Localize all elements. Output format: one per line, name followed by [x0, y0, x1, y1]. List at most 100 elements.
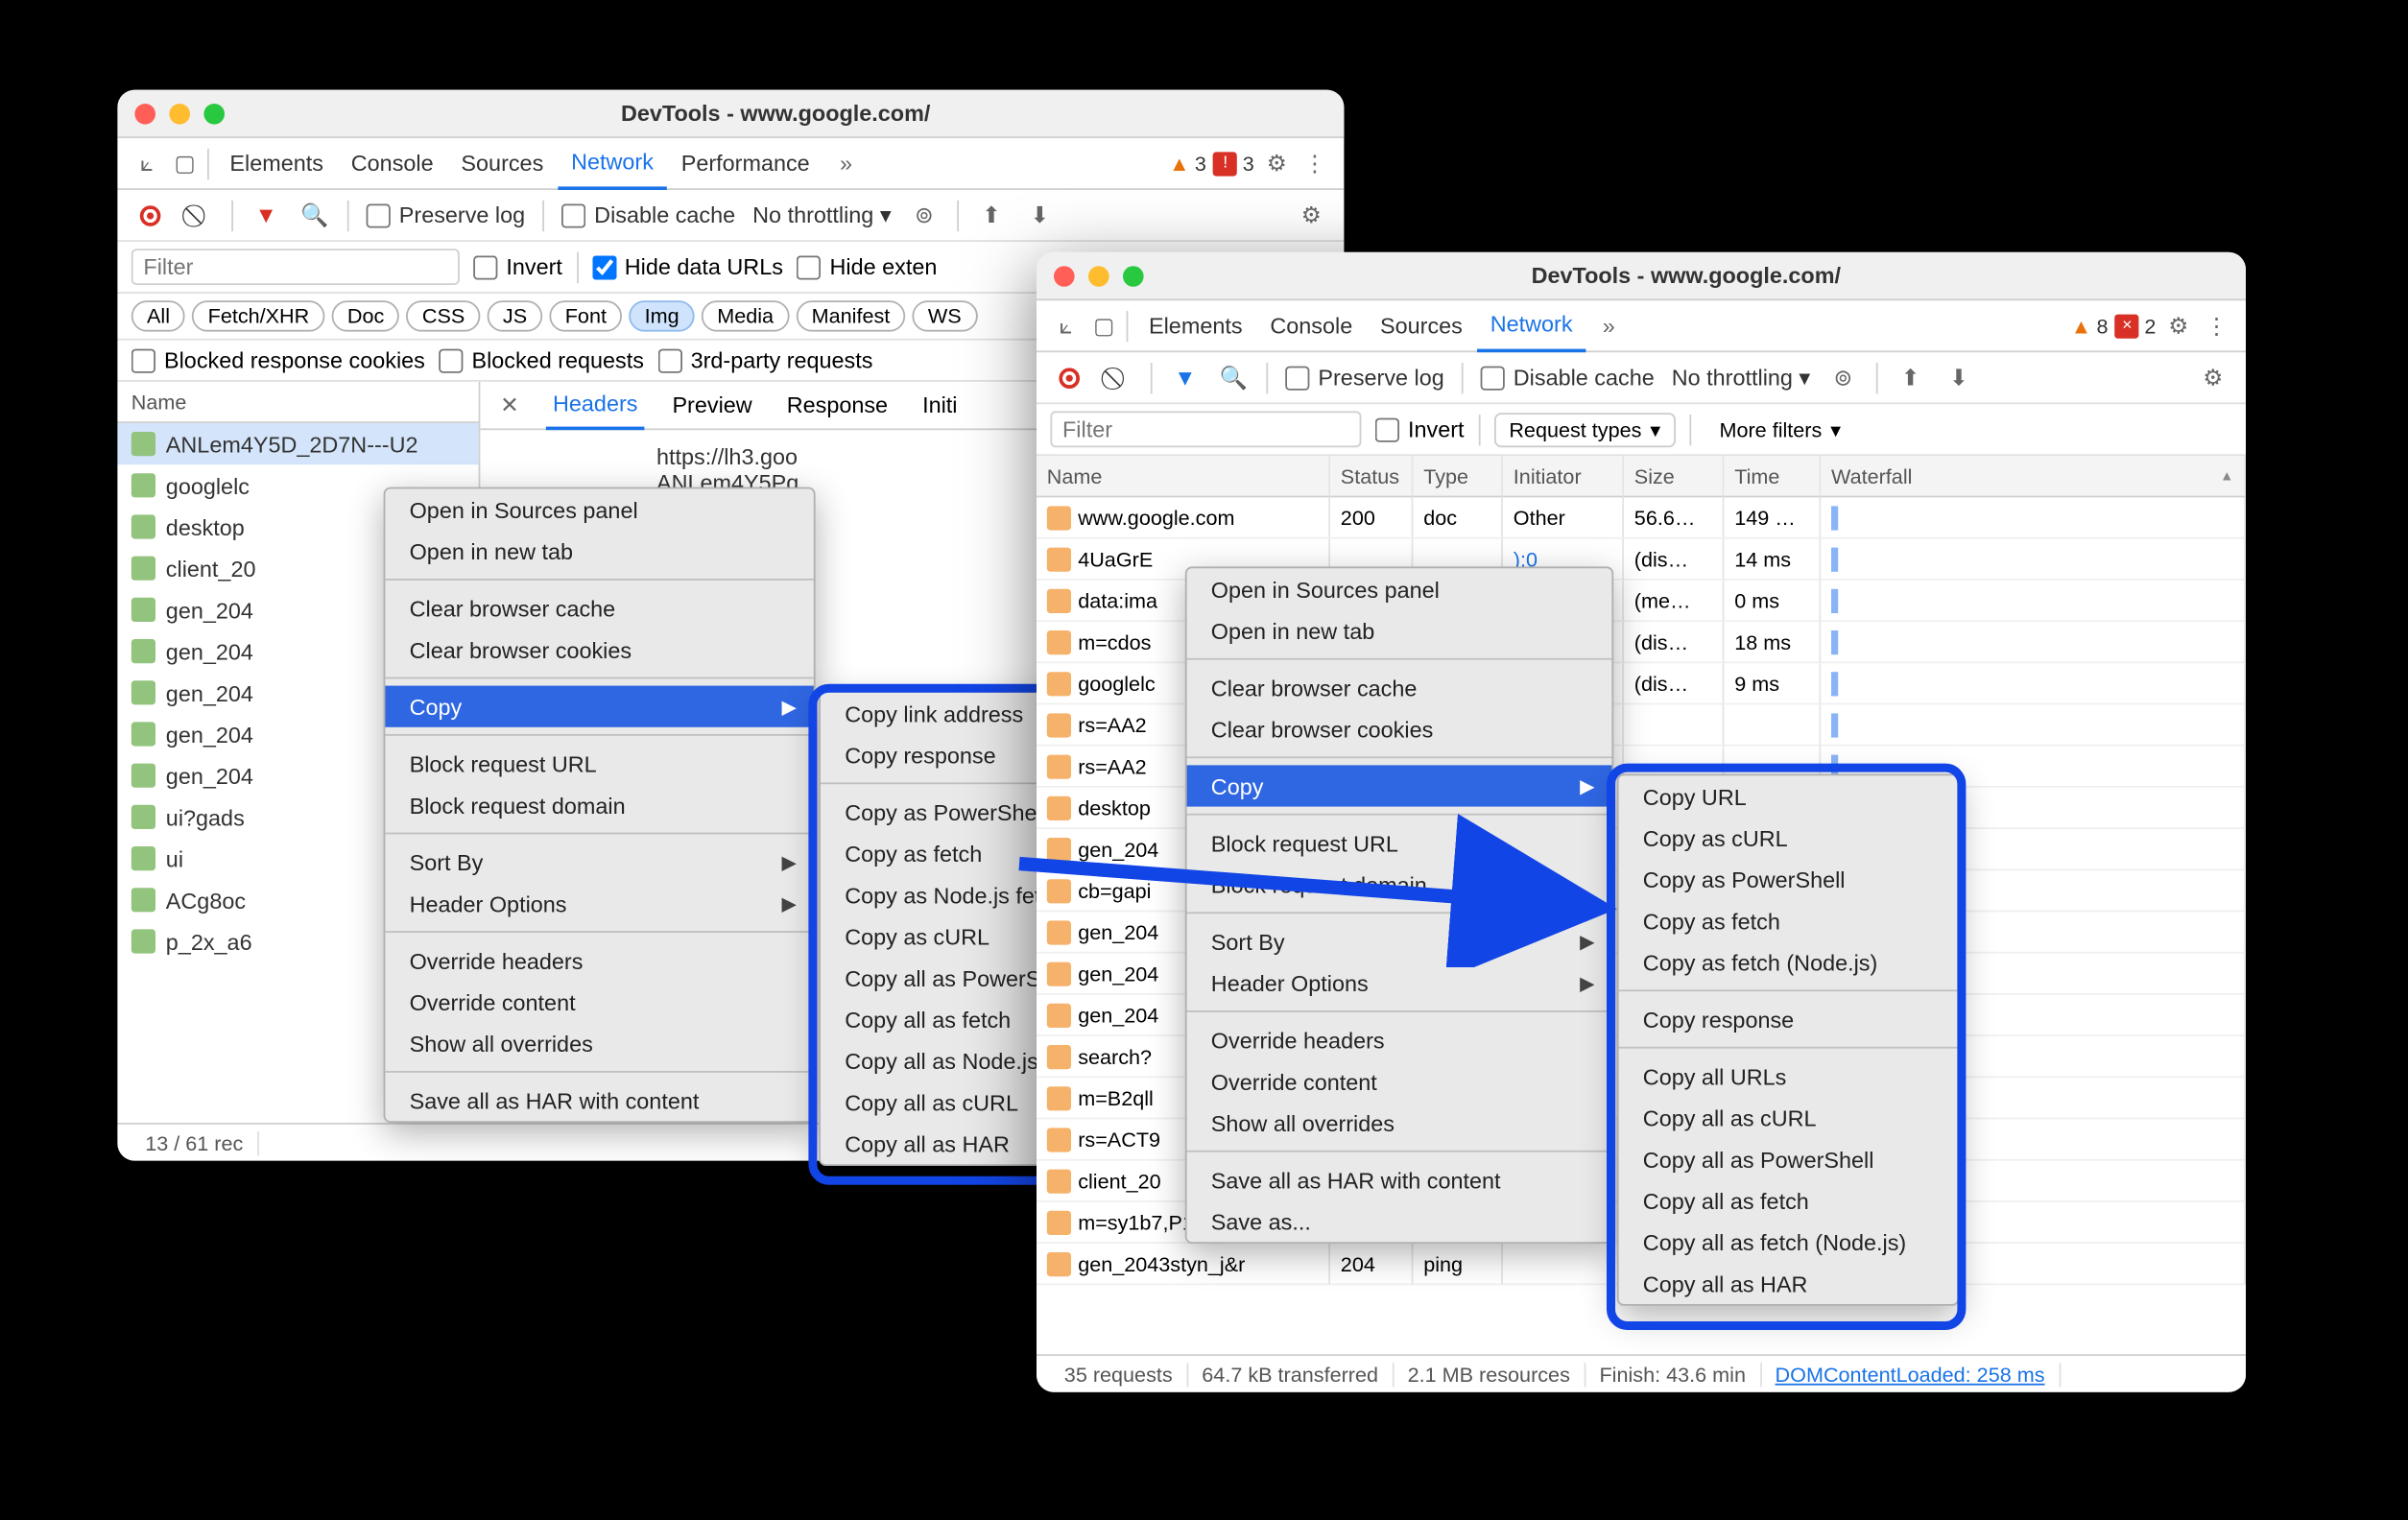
column-header[interactable]: Waterfall [1821, 456, 2246, 497]
minimize-icon[interactable] [169, 103, 190, 124]
pill-fetchxhr[interactable]: Fetch/XHR [192, 300, 324, 331]
copy-submenu[interactable]: Copy URLCopy as cURLCopy as PowerShell Co… [1617, 773, 1959, 1305]
column-header[interactable]: Time [1724, 456, 1821, 497]
filter-input[interactable] [1050, 411, 1361, 447]
pill-css[interactable]: CSS [407, 300, 481, 331]
menu-item[interactable]: Block request URL [385, 743, 813, 784]
menu-item[interactable]: Copy URL [1619, 775, 1958, 817]
warnings-badge[interactable]: ▲8 [2071, 314, 2109, 338]
menu-item[interactable]: Copy▶ [385, 686, 813, 727]
filter-input[interactable] [131, 249, 460, 285]
tab-console[interactable]: Console [337, 137, 447, 189]
device-icon[interactable]: ▢ [169, 148, 200, 178]
menu-item[interactable]: Copy response [1619, 998, 1958, 1039]
search-icon[interactable]: 🔍 [1218, 362, 1249, 392]
request-row[interactable]: ANLem4Y5D_2D7N---U2 [117, 423, 478, 464]
close-icon[interactable] [1054, 265, 1075, 286]
more-tabs-icon[interactable]: » [1593, 310, 1624, 341]
errors-badge[interactable]: ×2 [2115, 314, 2157, 338]
menu-item[interactable]: Clear browser cache [385, 587, 813, 629]
throttling-select[interactable]: No throttling ▾ [752, 202, 891, 229]
menu-item[interactable]: Save all as HAR with content [385, 1080, 813, 1121]
settings-icon[interactable]: ⚙ [1296, 200, 1326, 230]
detail-tab-preview[interactable]: Preview [665, 381, 759, 429]
more-filters-dropdown[interactable]: More filters ▾ [1705, 414, 1854, 444]
throttling-select[interactable]: No throttling ▾ [1672, 364, 1810, 392]
download-icon[interactable]: ⬇ [1943, 362, 1974, 392]
pill-media[interactable]: Media [702, 300, 789, 331]
pill-all[interactable]: All [131, 300, 185, 331]
third-party-checkbox[interactable]: 3rd-party requests [657, 347, 872, 373]
menu-item[interactable]: Copy as PowerShell [1619, 859, 1958, 900]
column-header[interactable]: Name [1037, 456, 1330, 497]
menu-item[interactable]: Save all as HAR with content [1187, 1159, 1612, 1200]
menu-item[interactable]: Show all overrides [1187, 1102, 1612, 1143]
menu-item[interactable]: Clear browser cookies [1187, 708, 1612, 749]
hide-data-urls-checkbox[interactable]: Hide data URLs [592, 254, 783, 280]
wifi-icon[interactable]: ⊚ [909, 200, 940, 230]
clear-icon[interactable]: ⃠ [183, 200, 214, 230]
disable-cache-checkbox[interactable]: Disable cache [1481, 365, 1655, 391]
upload-icon[interactable]: ⬆ [1895, 362, 1925, 392]
pill-js[interactable]: JS [488, 300, 543, 331]
table-cell[interactable]: www.google.com [1037, 497, 1330, 538]
menu-item[interactable]: Copy as cURL [1619, 817, 1958, 858]
wifi-icon[interactable]: ⊚ [1827, 362, 1858, 392]
request-types-dropdown[interactable]: Request types ▾ [1493, 412, 1676, 446]
more-tabs-icon[interactable]: » [830, 148, 861, 178]
pill-img[interactable]: Img [629, 300, 694, 331]
clear-icon[interactable]: ⃠ [1102, 362, 1132, 392]
settings-icon[interactable]: ⚙ [2163, 310, 2194, 341]
preserve-log-checkbox[interactable]: Preserve log [1285, 365, 1444, 391]
pill-ws[interactable]: WS [913, 300, 977, 331]
kebab-icon[interactable]: ⋮ [1299, 148, 1330, 178]
menu-item[interactable]: Copy all as HAR [1619, 1263, 1958, 1304]
menu-item[interactable]: Copy all as fetch [1619, 1179, 1958, 1221]
context-menu[interactable]: Open in Sources panelOpen in new tabClea… [384, 487, 816, 1123]
table-cell[interactable]: gen_2043styn_j&r [1037, 1244, 1330, 1285]
warnings-badge[interactable]: ▲3 [1169, 152, 1206, 176]
invert-checkbox[interactable]: Invert [473, 254, 562, 280]
tab-performance[interactable]: Performance [667, 137, 823, 189]
menu-item[interactable]: Copy all as cURL [1619, 1097, 1958, 1138]
search-icon[interactable]: 🔍 [298, 200, 329, 230]
tab-sources[interactable]: Sources [447, 137, 558, 189]
menu-item[interactable]: Override headers [1187, 1019, 1612, 1060]
menu-item[interactable]: Open in Sources panel [1187, 568, 1612, 609]
inspect-icon[interactable]: ⟀ [131, 148, 162, 178]
pill-doc[interactable]: Doc [332, 300, 400, 331]
menu-item[interactable]: Block request domain [385, 784, 813, 825]
menu-item[interactable]: Override content [385, 981, 813, 1022]
menu-item[interactable]: Open in new tab [1187, 609, 1612, 651]
device-icon[interactable]: ▢ [1088, 310, 1119, 341]
menu-item[interactable]: Clear browser cache [1187, 667, 1612, 708]
tab-sources[interactable]: Sources [1367, 299, 1477, 351]
pill-manifest[interactable]: Manifest [796, 300, 905, 331]
detail-tab-headers[interactable]: Headers [546, 381, 645, 429]
close-icon[interactable] [134, 103, 155, 124]
invert-checkbox[interactable]: Invert [1375, 416, 1465, 442]
column-header[interactable]: Status [1330, 456, 1413, 497]
blocked-cookies-checkbox[interactable]: Blocked response cookies [131, 347, 425, 373]
zoom-icon[interactable] [203, 103, 225, 124]
menu-item[interactable]: Header Options▶ [1187, 962, 1612, 1004]
zoom-icon[interactable] [1123, 265, 1144, 286]
record-icon[interactable] [134, 200, 165, 230]
column-header[interactable]: Type [1413, 456, 1503, 497]
menu-item[interactable]: Show all overrides [385, 1023, 813, 1064]
menu-item[interactable]: Override headers [385, 939, 813, 981]
download-icon[interactable]: ⬇ [1024, 200, 1055, 230]
tab-elements[interactable]: Elements [1135, 299, 1256, 351]
filter-icon[interactable]: ▼ [250, 200, 281, 230]
menu-item[interactable]: Clear browser cookies [385, 629, 813, 670]
menu-item[interactable]: Override content [1187, 1060, 1612, 1102]
blocked-requests-checkbox[interactable]: Blocked requests [439, 347, 644, 373]
menu-item[interactable]: Copy as fetch (Node.js) [1619, 941, 1958, 983]
close-icon[interactable]: ✕ [494, 392, 525, 419]
menu-item[interactable]: Copy all as fetch (Node.js) [1619, 1222, 1958, 1263]
menu-item[interactable]: Copy all as PowerShell [1619, 1138, 1958, 1179]
menu-item[interactable]: Save as... [1187, 1200, 1612, 1242]
menu-item[interactable]: Open in new tab [385, 531, 813, 572]
tab-console[interactable]: Console [1256, 299, 1367, 351]
menu-item[interactable]: Copy all URLs [1619, 1056, 1958, 1097]
